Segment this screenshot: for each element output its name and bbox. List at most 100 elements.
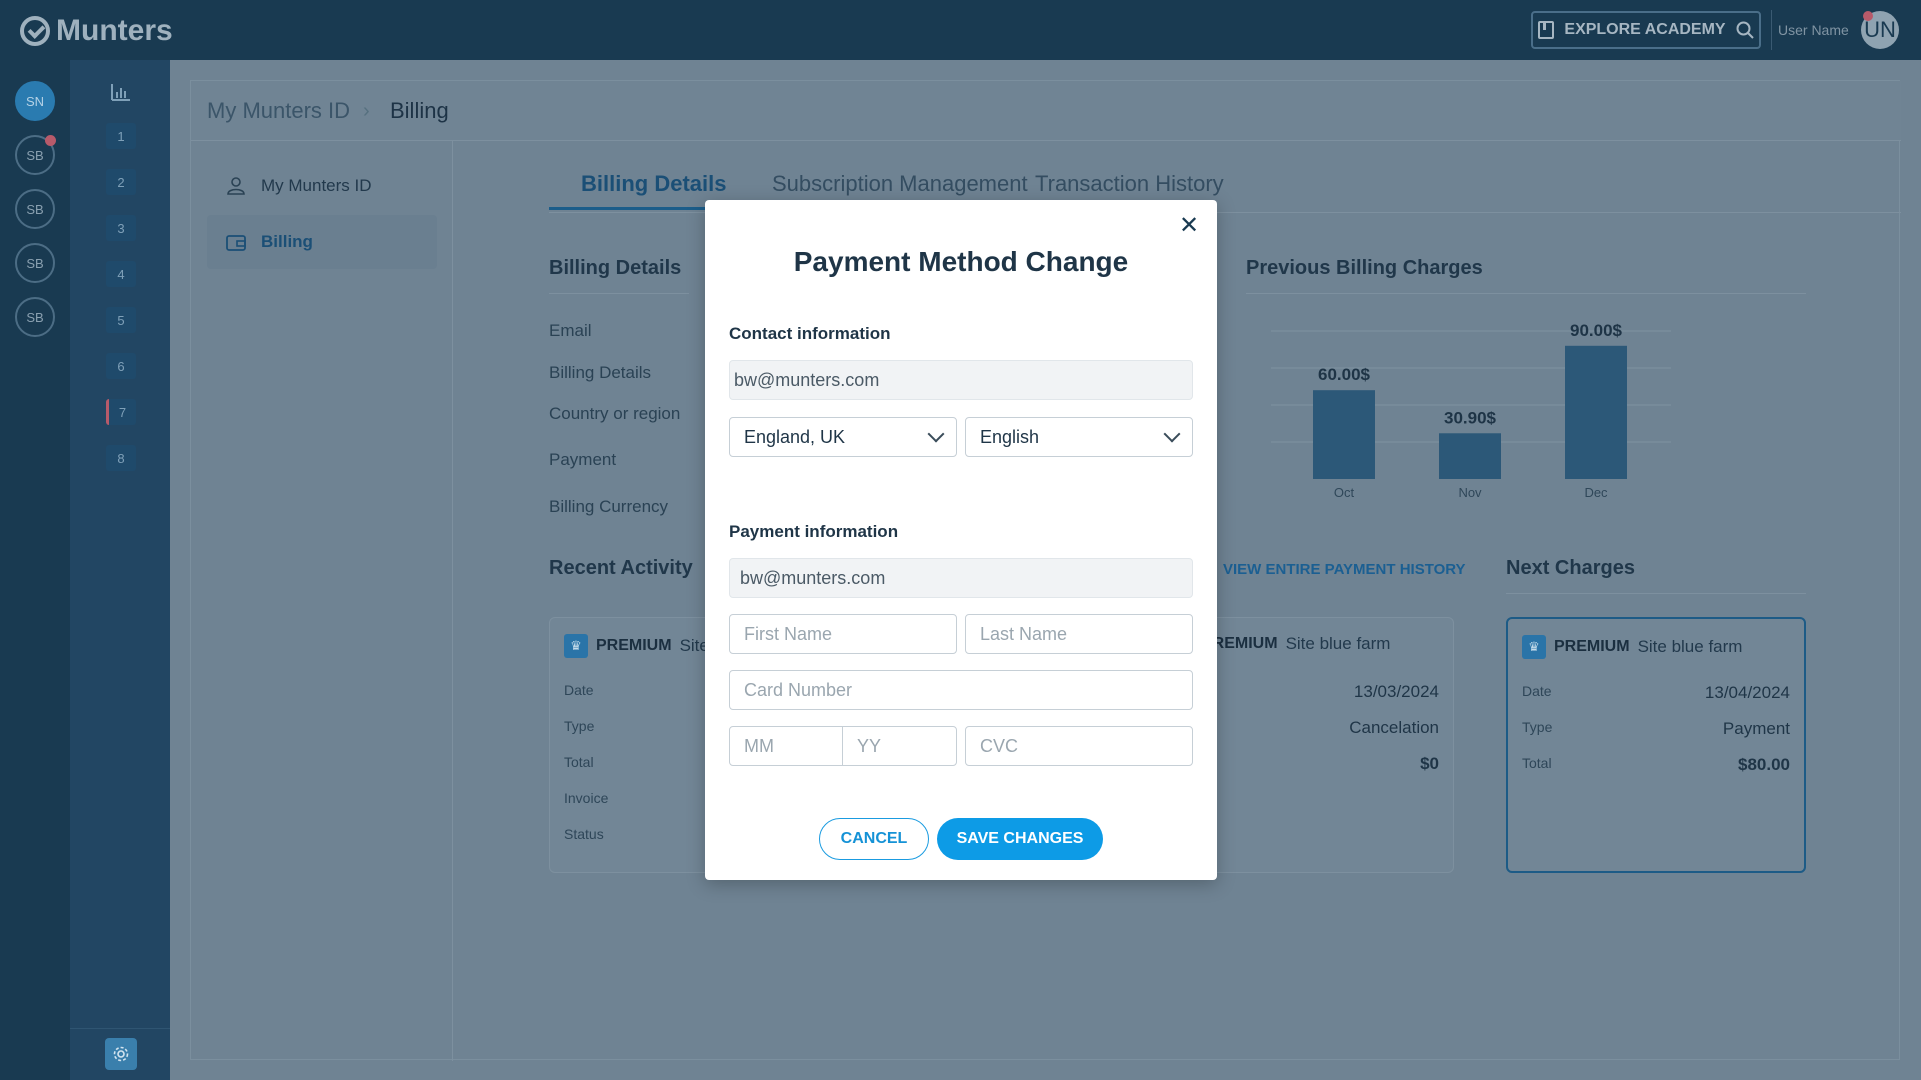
side-item-my-munters-id[interactable]: My Munters ID bbox=[207, 159, 437, 213]
country-select[interactable]: England, UK bbox=[729, 417, 957, 457]
side-item-billing[interactable]: Billing bbox=[207, 215, 437, 269]
card-value-type: Payment bbox=[1722, 719, 1790, 738]
close-icon[interactable]: ✕ bbox=[1177, 214, 1201, 238]
payment-method-modal: ✕ Payment Method Change Contact informat… bbox=[705, 200, 1217, 880]
last-name-field[interactable] bbox=[965, 614, 1193, 654]
card-label-date: Date bbox=[1522, 683, 1552, 699]
nav-item-7[interactable]: 7 bbox=[106, 399, 136, 425]
sites-rail: SN SB SB SB SB bbox=[0, 60, 70, 1080]
contact-email-field[interactable] bbox=[729, 360, 1193, 400]
side-item-label: My Munters ID bbox=[261, 176, 372, 195]
card-label-status: Status bbox=[564, 826, 604, 842]
expiry-month-field[interactable] bbox=[729, 726, 843, 766]
book-icon bbox=[1538, 21, 1555, 39]
breadcrumb-root[interactable]: My Munters ID bbox=[207, 98, 350, 124]
explore-academy-label: EXPLORE ACADEMY bbox=[1564, 21, 1726, 38]
language-value: English bbox=[980, 426, 1040, 447]
side-item-label: Billing bbox=[261, 232, 313, 251]
card-value-total: $0 bbox=[1420, 754, 1439, 773]
breadcrumb-current: Billing bbox=[390, 98, 449, 123]
crown-icon: ♛ bbox=[564, 634, 588, 658]
site-avatar-sb[interactable]: SB bbox=[15, 189, 55, 229]
view-payment-history-link[interactable]: VIEW ENTIRE PAYMENT HISTORY bbox=[1223, 561, 1466, 578]
billing-details-title: Billing Details bbox=[549, 257, 682, 279]
card-header: ♛ PREMIUM Site blue farm bbox=[1522, 635, 1742, 659]
save-changes-button[interactable]: SAVE CHANGES bbox=[937, 818, 1103, 860]
nav-item-6[interactable]: 6 bbox=[106, 353, 136, 379]
card-value-type: Cancelation bbox=[1349, 718, 1439, 737]
tier-label: PREMIUM bbox=[1554, 638, 1630, 655]
site-name: Site blue farm bbox=[1285, 634, 1391, 653]
munters-logo-icon bbox=[20, 16, 50, 46]
next-charges-title: Next Charges bbox=[1506, 557, 1635, 579]
chart-bar[interactable] bbox=[1313, 390, 1375, 479]
contact-info-title: Contact information bbox=[729, 324, 891, 343]
site-avatar-sb[interactable]: SB bbox=[15, 243, 55, 283]
section-divider bbox=[549, 293, 689, 294]
site-avatar-sb[interactable]: SB bbox=[15, 297, 55, 337]
language-select[interactable]: English bbox=[965, 417, 1193, 457]
chart-icon[interactable] bbox=[110, 82, 132, 102]
payment-info-title: Payment information bbox=[729, 522, 899, 541]
payment-email-field[interactable] bbox=[729, 558, 1193, 598]
card-label-invoice: Invoice bbox=[564, 790, 609, 806]
cancel-button[interactable]: CANCEL bbox=[819, 818, 929, 860]
side-menu: My Munters ID Billing bbox=[191, 141, 453, 1061]
tier-label: PREMIUM bbox=[596, 637, 672, 654]
gear-icon bbox=[113, 1046, 129, 1062]
bar-value-label: 90.00$ bbox=[1570, 321, 1623, 340]
field-label-billing-details: Billing Details bbox=[549, 363, 652, 382]
nav-rail: 1 2 3 4 5 6 7 8 bbox=[70, 60, 170, 1080]
card-header: PREMIUM Site blue farm bbox=[1202, 634, 1390, 654]
card-value-date: 13/03/2024 bbox=[1353, 682, 1439, 701]
brand-name: Munters bbox=[56, 14, 173, 47]
previous-charges-chart: 60.00$ Oct 30.90$ Nov 90.00$ Dec bbox=[1271, 321, 1671, 500]
site-avatar-sn[interactable]: SN bbox=[15, 81, 55, 121]
cvc-field[interactable] bbox=[965, 726, 1193, 766]
nav-item-2[interactable]: 2 bbox=[106, 169, 136, 195]
field-label-country: Country or region bbox=[549, 404, 681, 423]
card-number-field[interactable] bbox=[729, 670, 1193, 710]
field-label-email: Email bbox=[549, 321, 592, 340]
nav-item-4[interactable]: 4 bbox=[106, 261, 136, 287]
bar-category-label: Nov bbox=[1458, 485, 1482, 500]
field-label-payment: Payment bbox=[549, 450, 617, 469]
card-label-date: Date bbox=[564, 682, 594, 698]
topbar-divider bbox=[1771, 10, 1772, 50]
bar-category-label: Dec bbox=[1584, 485, 1608, 500]
section-divider bbox=[1506, 593, 1806, 594]
explore-academy-button[interactable]: EXPLORE ACADEMY bbox=[1531, 11, 1761, 49]
chart-bar[interactable] bbox=[1565, 345, 1627, 479]
nav-rail-divider bbox=[70, 1028, 170, 1029]
nav-item-1[interactable]: 1 bbox=[106, 123, 136, 149]
first-name-field[interactable] bbox=[729, 614, 957, 654]
chevron-right-icon: › bbox=[363, 100, 370, 122]
chart-bar[interactable] bbox=[1439, 433, 1501, 479]
user-name: User Name bbox=[1778, 22, 1849, 38]
card-label-total: Total bbox=[564, 754, 594, 770]
next-charge-card[interactable]: ♛ PREMIUM Site blue farm Date Type Total… bbox=[1506, 617, 1806, 873]
previous-charges-title: Previous Billing Charges bbox=[1246, 257, 1483, 279]
bar-category-label: Oct bbox=[1334, 485, 1355, 500]
nav-item-8[interactable]: 8 bbox=[106, 445, 136, 471]
search-icon bbox=[1736, 21, 1754, 39]
nav-item-3[interactable]: 3 bbox=[106, 215, 136, 241]
section-divider bbox=[1246, 293, 1806, 294]
card-value-date: 13/04/2024 bbox=[1704, 683, 1790, 702]
nav-item-5[interactable]: 5 bbox=[106, 307, 136, 333]
expiry-year-field[interactable] bbox=[842, 726, 957, 766]
wallet-icon bbox=[226, 235, 246, 251]
notification-dot bbox=[1863, 11, 1873, 21]
country-value: England, UK bbox=[744, 426, 846, 447]
card-label-type: Type bbox=[1522, 719, 1553, 735]
settings-button[interactable] bbox=[105, 1038, 137, 1070]
bar-value-label: 30.90$ bbox=[1444, 408, 1497, 427]
munters-logo[interactable]: Munters bbox=[20, 14, 173, 48]
chevron-down-icon bbox=[1163, 425, 1181, 443]
breadcrumb: My Munters ID › Billing bbox=[191, 81, 1901, 141]
field-label-currency: Billing Currency bbox=[549, 497, 669, 516]
site-name: Site blue farm bbox=[1637, 637, 1743, 656]
crown-icon: ♛ bbox=[1522, 635, 1546, 659]
card-header: ♛ PREMIUM Site bbox=[564, 634, 709, 658]
bar-value-label: 60.00$ bbox=[1318, 365, 1371, 384]
